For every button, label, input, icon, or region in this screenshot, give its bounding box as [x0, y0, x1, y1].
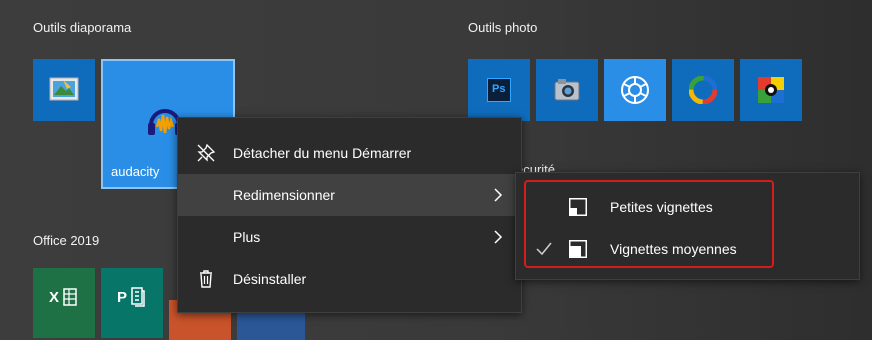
pattern-icon [758, 77, 784, 103]
tile-publisher[interactable]: P [101, 268, 163, 338]
publisher-icon [131, 287, 145, 307]
red-highlight-annotation [524, 180, 774, 268]
publisher-label: P [117, 289, 128, 306]
audacity-tile-label: audacity [111, 164, 160, 179]
tile-slideshow-app[interactable] [33, 59, 95, 121]
group-title-photo: Outils photo [468, 20, 538, 35]
slideshow-app-icon [49, 77, 79, 101]
tile-photoshop[interactable]: Ps [468, 59, 530, 121]
excel-icon [63, 288, 77, 306]
photoshop-label: Ps [492, 83, 506, 95]
tile-aperture-app[interactable] [604, 59, 666, 121]
context-menu: Détacher du menu Démarrer Redimensionner… [177, 117, 522, 313]
unpin-label: Détacher du menu Démarrer [233, 145, 412, 161]
more-label: Plus [233, 229, 261, 245]
unpin-icon [197, 143, 216, 162]
trash-icon [200, 270, 212, 288]
group-title-office: Office 2019 [33, 233, 100, 248]
camera-icon [554, 79, 580, 101]
menu-item-uninstall[interactable]: Désinstaller [178, 258, 521, 300]
group-title-diaporama: Outils diaporama [33, 20, 132, 35]
excel-label: X [49, 289, 60, 306]
chevron-right-icon [494, 188, 503, 202]
menu-item-unpin[interactable]: Détacher du menu Démarrer [178, 132, 521, 174]
tile-color-wheel-app[interactable] [672, 59, 734, 121]
tile-camera-app[interactable] [536, 59, 598, 121]
resize-submenu: Petites vignettes Vignettes moyennes [515, 172, 860, 280]
color-wheel-icon [689, 76, 717, 104]
tile-pattern-app[interactable] [740, 59, 802, 121]
chevron-right-icon [494, 230, 503, 244]
resize-label: Redimensionner [233, 187, 335, 203]
uninstall-label: Désinstaller [233, 271, 307, 287]
menu-item-resize[interactable]: Redimensionner [178, 174, 521, 216]
tile-excel[interactable]: X [33, 268, 95, 338]
menu-item-more[interactable]: Plus [178, 216, 521, 258]
aperture-icon [621, 76, 649, 104]
